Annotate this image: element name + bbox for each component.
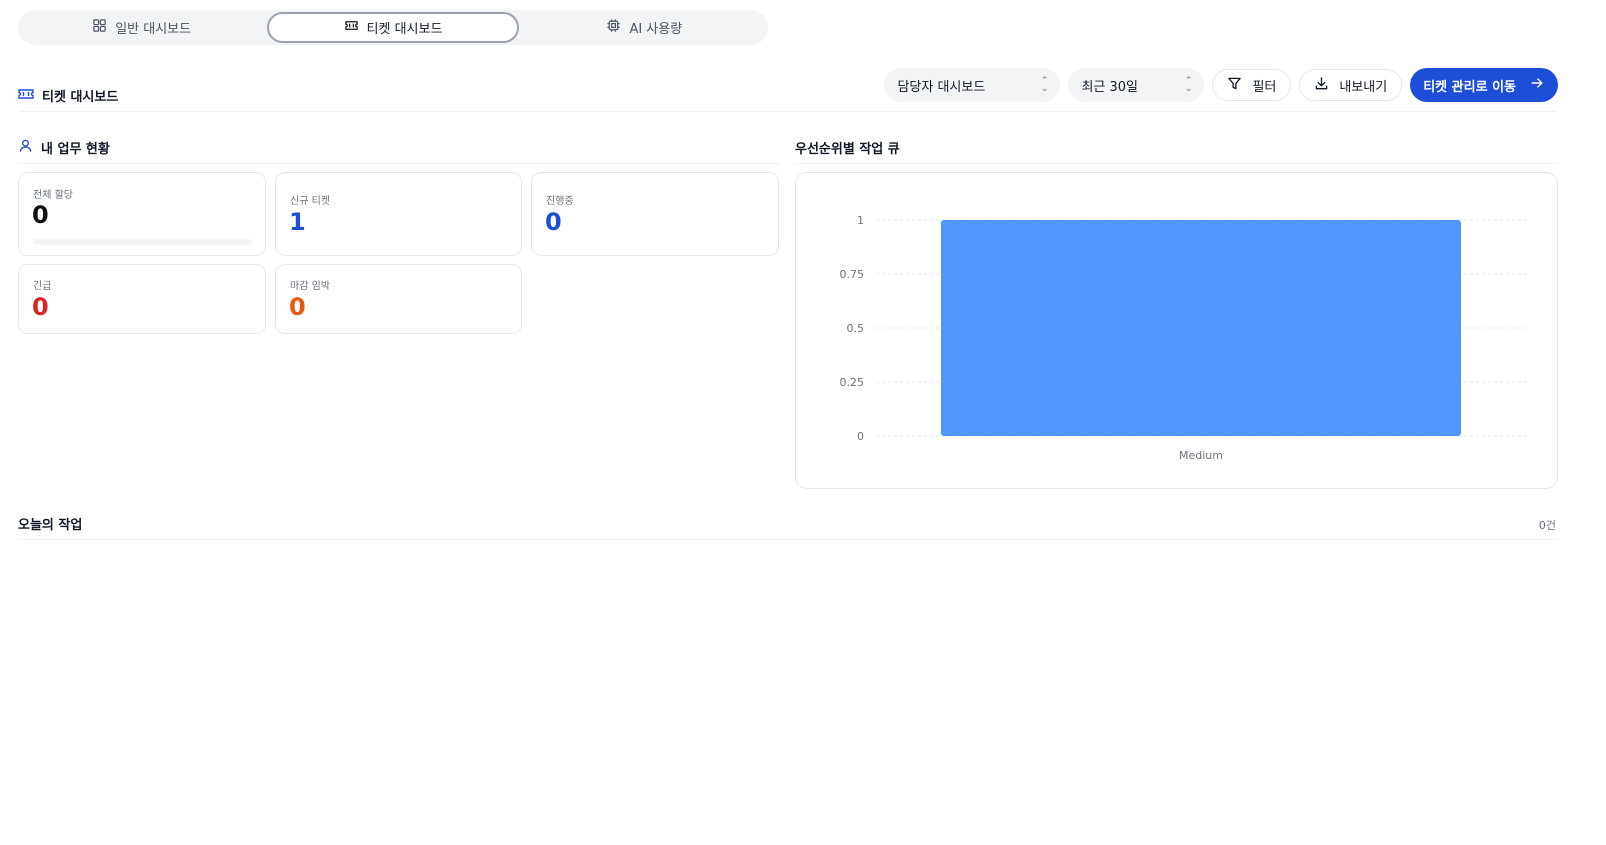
today-task-count: 0건 — [1538, 519, 1556, 532]
page-title: 티켓 대시보드 — [18, 86, 118, 105]
x-tick-label: Medium — [1179, 449, 1223, 462]
tab-ai-usage[interactable]: AI 사용량 — [521, 10, 768, 45]
stat-value: 0 — [32, 293, 49, 321]
tab-general-dashboard[interactable]: 일반 대시보드 — [18, 10, 265, 45]
stat-value: 0 — [289, 293, 306, 321]
stat-value: 1 — [289, 208, 306, 236]
priority-queue-title-text: 우선순위별 작업 큐 — [795, 142, 900, 157]
today-tasks-title-text: 오늘의 작업 — [18, 518, 83, 533]
page-header: 티켓 대시보드 담당자 대시보드 ⌃ ⌄ 최근 30일 ⌃ ⌄ 필터 내보내기 티켓… — [18, 66, 1558, 112]
stat-label: 신규 티켓 — [290, 196, 330, 207]
divider — [18, 163, 780, 164]
export-button[interactable]: 내보내기 — [1299, 69, 1403, 101]
filter-button[interactable]: 필터 — [1212, 69, 1292, 101]
ticket-icon — [18, 87, 34, 105]
grid-icon — [92, 18, 107, 37]
tab-label: 티켓 대시보드 — [366, 22, 443, 37]
tab-label: AI 사용량 — [629, 22, 683, 37]
go-ticket-management-button[interactable]: 티켓 관리로 이동 — [1410, 68, 1558, 102]
stat-value: 0 — [32, 201, 49, 229]
y-tick-label: 0 — [857, 430, 864, 443]
owner-dashboard-select[interactable]: 담당자 대시보드 ⌃ ⌄ — [884, 68, 1061, 102]
sort-chevron-icon: ⌃ ⌄ — [1040, 76, 1049, 94]
page-title-text: 티켓 대시보드 — [42, 90, 119, 105]
go-tickets-label: 티켓 관리로 이동 — [1423, 79, 1516, 95]
arrow-right-icon — [1530, 76, 1544, 94]
stat-card-in-progress[interactable]: 진행중 0 — [531, 172, 779, 256]
period-select[interactable]: 최근 30일 ⌃ ⌄ — [1068, 68, 1205, 102]
stat-card-total-assigned[interactable]: 전체 할당 0 — [18, 172, 266, 256]
my-tasks-title-text: 내 업무 현황 — [41, 142, 110, 157]
divider — [795, 163, 1558, 164]
y-tick-label: 0.75 — [840, 268, 865, 281]
stat-label: 전체 할당 — [33, 190, 73, 201]
owner-select-value: 담당자 대시보드 — [897, 79, 986, 95]
priority-bar-chart: 0 0.25 0.5 0.75 1 Medium — [840, 214, 1526, 462]
y-tick-label: 0.5 — [847, 322, 865, 335]
y-tick-label: 0.25 — [840, 376, 865, 389]
stat-label: 긴급 — [33, 281, 52, 292]
user-icon — [18, 138, 33, 157]
sort-chevron-icon: ⌃ ⌄ — [1184, 76, 1193, 94]
tab-ticket-dashboard[interactable]: 티켓 대시보드 — [267, 12, 519, 43]
period-select-value: 최근 30일 — [1081, 79, 1139, 95]
tab-label: 일반 대시보드 — [115, 22, 192, 37]
priority-queue-title: 우선순위별 작업 큐 — [795, 138, 900, 157]
bar-medium[interactable] — [941, 220, 1461, 436]
header-controls: 담당자 대시보드 ⌃ ⌄ 최근 30일 ⌃ ⌄ 필터 내보내기 티켓 관리로 이동 — [884, 68, 1558, 102]
stat-value: 0 — [545, 208, 562, 236]
download-icon — [1314, 76, 1329, 95]
my-tasks-title: 내 업무 현황 — [18, 138, 110, 157]
y-tick-label: 1 — [857, 214, 864, 227]
stat-label: 진행중 — [546, 196, 574, 207]
stat-label: 마감 임박 — [290, 281, 330, 292]
stat-card-new-tickets[interactable]: 신규 티켓 1 — [275, 172, 522, 256]
filter-icon — [1227, 76, 1242, 95]
export-label: 내보내기 — [1339, 79, 1388, 95]
assigned-progress-bar — [33, 239, 252, 245]
divider — [18, 539, 1558, 540]
chip-icon — [606, 18, 621, 37]
stat-card-urgent[interactable]: 긴급 0 — [18, 264, 266, 334]
dashboard-tabs: 일반 대시보드 티켓 대시보드 AI 사용량 — [18, 10, 768, 45]
filter-label: 필터 — [1252, 79, 1277, 95]
ticket-icon — [344, 18, 359, 37]
today-tasks-title: 오늘의 작업 — [18, 514, 82, 533]
priority-chart-card: 0 0.25 0.5 0.75 1 Medium — [795, 172, 1558, 489]
stat-card-deadline-soon[interactable]: 마감 임박 0 — [275, 264, 522, 334]
